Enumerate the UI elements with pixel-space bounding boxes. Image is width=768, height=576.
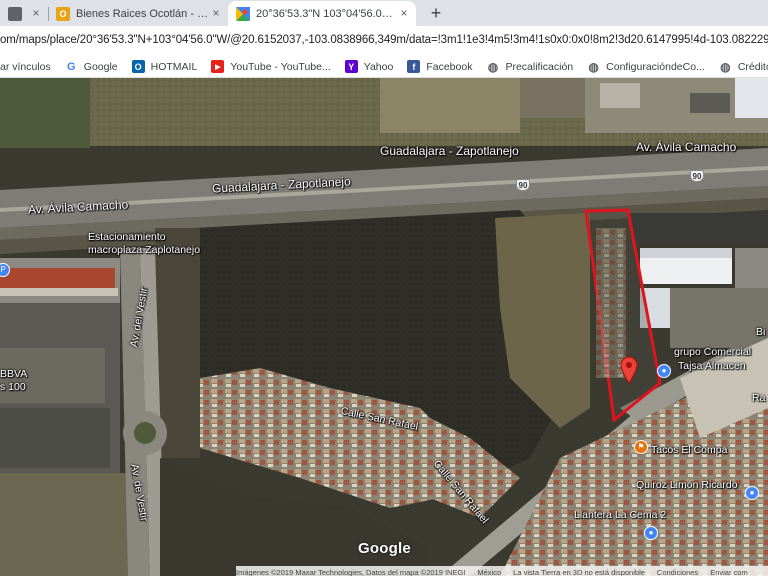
yahoo-icon: Y xyxy=(344,60,358,73)
address-bar[interactable]: om/maps/place/20°36'53.3"N+103°04'56.0"W… xyxy=(0,26,768,56)
region-link[interactable]: México xyxy=(477,568,501,576)
bookmark-youtube[interactable]: ▶ YouTube - YouTube... xyxy=(211,60,331,73)
close-icon[interactable]: × xyxy=(210,7,222,19)
bookmark-label: HOTMAIL xyxy=(150,60,198,73)
globe-icon: ◍ xyxy=(487,59,499,74)
google-logo: Google xyxy=(358,540,411,557)
new-tab-button[interactable]: + xyxy=(426,3,446,23)
bookmarks-bar: ar vínculos G Google O HOTMAIL ▶ YouTube… xyxy=(0,56,768,78)
store-poi-icon[interactable]: ● xyxy=(657,364,671,378)
facebook-icon: f xyxy=(407,60,421,73)
feedback-link[interactable]: Enviar com xyxy=(710,568,748,576)
bookmark-creditos[interactable]: ◍ Créditos de servicio... xyxy=(719,59,768,74)
bookmark-facebook[interactable]: f Facebook xyxy=(407,60,472,73)
bookmark-hotmail[interactable]: O HOTMAIL xyxy=(131,60,198,73)
highway-shield: 90 xyxy=(516,179,530,191)
google-icon: G xyxy=(67,60,76,73)
highway-shield: 90 xyxy=(690,170,704,182)
outlook-icon: O xyxy=(131,60,145,73)
satellite-map[interactable]: Guadalajara - Zapotlanejo Av. Ávila Cama… xyxy=(0,78,768,576)
tab-generic[interactable]: × xyxy=(0,1,48,26)
tab-google-maps[interactable]: 20°36'53.3"N 103°04'56.0"W - Go × xyxy=(228,1,416,26)
bookmark-label: Facebook xyxy=(426,60,473,73)
tab-outlook[interactable]: O Bienes Raices Ocotlán - Outlook × xyxy=(48,1,228,26)
poi-label[interactable]: Quiroz Limón Ricardo xyxy=(636,479,738,491)
tab-title: Bienes Raices Ocotlán - Outlook xyxy=(76,7,216,20)
map-attribution-bar: Imágenes ©2019 Maxar Technologies, Datos… xyxy=(236,566,768,576)
poi-label[interactable]: s 100 xyxy=(0,381,26,393)
3d-notice: La vista Tierra en 3D no está disponible xyxy=(513,567,645,576)
bookmark-label: Google xyxy=(83,60,118,73)
outlook-icon: O xyxy=(56,6,70,21)
restaurant-poi-icon[interactable]: ⚑ xyxy=(634,440,648,454)
conditions-link[interactable]: Condiciones xyxy=(657,568,698,576)
bookmark-label: Precalificación xyxy=(505,60,574,73)
poi-label[interactable]: Ra xyxy=(752,392,765,404)
bookmark-label: ar vínculos xyxy=(0,60,51,73)
google-maps-icon xyxy=(236,6,250,21)
bookmark-label: ConfiguracióndeCo... xyxy=(606,60,705,73)
poi-label[interactable]: macroplaza Zaplotanejo xyxy=(88,244,200,256)
poi-label[interactable]: grupo Comercial xyxy=(674,346,751,358)
globe-icon: ◍ xyxy=(720,59,731,74)
poi-label[interactable]: Tacos El Compa xyxy=(651,444,727,456)
tab-strip: × O Bienes Raices Ocotlán - Outlook × 20… xyxy=(0,0,768,26)
imagery-attribution: Imágenes ©2019 Maxar Technologies, Datos… xyxy=(236,567,466,576)
store-poi-icon[interactable]: ● xyxy=(644,526,658,540)
poi-label[interactable]: Estacionamiento xyxy=(88,231,166,243)
url-text[interactable]: om/maps/place/20°36'53.3"N+103°04'56.0"W… xyxy=(0,34,768,46)
road-label: Guadalajara - Zapotlanejo xyxy=(380,144,519,158)
bookmark-apps[interactable]: ar vínculos xyxy=(0,61,51,73)
store-poi-icon[interactable]: ● xyxy=(745,486,759,500)
bookmark-label: Yahoo xyxy=(363,60,394,73)
close-icon[interactable]: × xyxy=(30,7,42,19)
poi-label[interactable]: Llantera La Cema 2 xyxy=(574,509,666,521)
bookmark-google[interactable]: G Google xyxy=(65,60,118,73)
bookmark-yahoo[interactable]: Y Yahoo xyxy=(344,60,394,73)
bookmark-configuracion[interactable]: ◍ ConfiguracióndeCo... xyxy=(587,59,705,74)
youtube-icon: ▶ xyxy=(211,60,225,73)
bookmark-precalificacion[interactable]: ◍ Precalificación xyxy=(486,59,574,74)
poi-label[interactable]: BBVA xyxy=(0,368,27,380)
generic-page-icon xyxy=(8,6,22,21)
bookmark-label: Créditos de servicio... xyxy=(737,60,768,73)
close-icon[interactable]: × xyxy=(398,7,410,19)
road-label: Av. Ávila Camacho xyxy=(636,140,737,154)
poi-label[interactable]: Bi xyxy=(756,326,765,338)
bookmark-label: YouTube - YouTube... xyxy=(230,60,331,73)
globe-icon: ◍ xyxy=(588,59,599,74)
tab-title: 20°36'53.3"N 103°04'56.0"W - Go xyxy=(256,7,396,20)
poi-label[interactable]: Tajsa Almacen xyxy=(678,360,746,372)
